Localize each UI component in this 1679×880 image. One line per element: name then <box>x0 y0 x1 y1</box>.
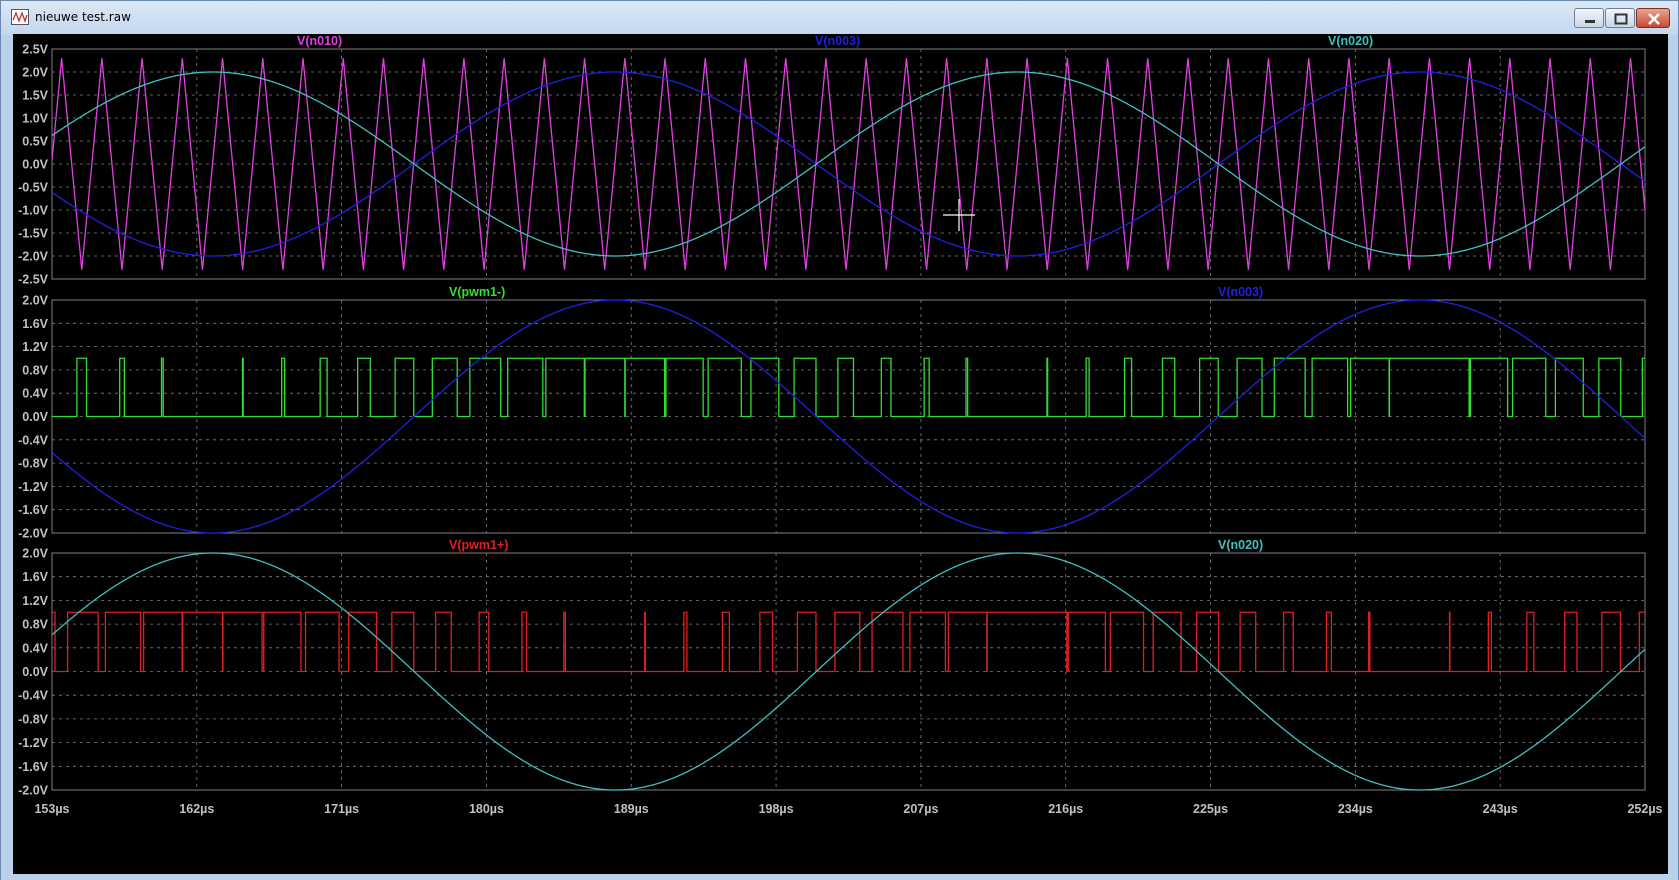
y-tick-label: -2.0V <box>18 527 49 541</box>
y-tick-label: 2.0V <box>22 66 48 80</box>
y-tick-label: 0.0V <box>22 410 48 424</box>
waveform-window: nieuwe test.raw 2.5V 2.0V 1.5V 1.0V 0.5V 0.0V… <box>0 0 1679 880</box>
window-bottom-border <box>1 874 1678 880</box>
x-tick-label: 252µs <box>1627 802 1662 816</box>
x-tick-label: 153µs <box>34 802 69 816</box>
y-tick-label: -1.2V <box>18 736 49 750</box>
x-tick-label: 243µs <box>1483 802 1518 816</box>
y-tick-label: 2.0V <box>22 547 48 561</box>
y-tick-label: -0.8V <box>18 712 49 726</box>
minimize-icon <box>1585 20 1595 23</box>
x-tick-label: 216µs <box>1048 802 1083 816</box>
y-tick-label: -0.8V <box>18 457 49 471</box>
y-tick-label: 1.6V <box>22 317 48 331</box>
y-tick-label: 0.5V <box>22 135 48 149</box>
trace-legend-label[interactable]: V(n020) <box>1218 538 1263 552</box>
x-tick-label: 198µs <box>759 802 794 816</box>
y-tick-label: -2.0V <box>18 250 49 264</box>
y-tick-label: -0.4V <box>18 689 49 703</box>
y-tick-label: 1.2V <box>22 594 48 608</box>
y-tick-label: -1.0V <box>18 204 49 218</box>
x-tick-label: 225µs <box>1193 802 1228 816</box>
maximize-button[interactable] <box>1605 8 1635 28</box>
maximize-icon <box>1614 13 1628 25</box>
y-tick-label: -1.2V <box>18 480 49 494</box>
x-tick-label: 207µs <box>903 802 938 816</box>
plot-area[interactable]: 2.5V 2.0V 1.5V 1.0V 0.5V 0.0V -0.5V -1.0V -1.5V -… <box>13 34 1668 874</box>
minimize-button[interactable] <box>1574 8 1604 28</box>
x-tick-label: 189µs <box>614 802 649 816</box>
y-tick-label: 0.0V <box>22 665 48 679</box>
crosshair-cursor <box>943 199 975 231</box>
x-tick-label: 171µs <box>324 802 359 816</box>
x-tick-label: 234µs <box>1338 802 1373 816</box>
trace-legend-label[interactable]: V(n020) <box>1328 34 1373 48</box>
title-bar[interactable]: nieuwe test.raw <box>1 1 1678 35</box>
y-tick-label: 0.4V <box>22 387 48 401</box>
y-tick-label: 0.4V <box>22 641 48 655</box>
trace-legend-label[interactable]: V(n010) <box>297 34 342 48</box>
y-tick-label: 0.8V <box>22 363 48 377</box>
trace-v-pwm1-[interactable] <box>52 357 1645 418</box>
y-tick-label: 2.0V <box>22 294 48 308</box>
y-tick-label: 1.2V <box>22 340 48 354</box>
y-tick-label: -0.5V <box>18 181 49 195</box>
trace-legend-label[interactable]: V(pwm1+) <box>449 538 508 552</box>
window-title: nieuwe test.raw <box>35 10 131 24</box>
y-tick-label: 0.0V <box>22 158 48 172</box>
y-tick-label: -2.0V <box>18 784 49 798</box>
waveform-plot[interactable]: 2.5V 2.0V 1.5V 1.0V 0.5V 0.0V -0.5V -1.0V -1.5V -… <box>13 34 1668 874</box>
x-tick-label: 162µs <box>179 802 214 816</box>
pane-middle[interactable]: 2.0V 1.6V 1.2V 0.8V 0.4V 0.0V -0.4V -0.8V -1.2V -… <box>18 285 1646 541</box>
close-button[interactable] <box>1636 8 1670 28</box>
waveform-viewer-icon <box>11 9 29 25</box>
y-tick-label: 1.0V <box>22 112 48 126</box>
y-tick-label: -0.4V <box>18 433 49 447</box>
pane-bottom[interactable]: 2.0V 1.6V 1.2V 0.8V 0.4V 0.0V -0.4V -0.8V -1.2V -… <box>18 538 1646 798</box>
trace-legend-label[interactable]: V(pwm1-) <box>449 285 505 299</box>
y-tick-label: -1.6V <box>18 503 49 517</box>
pane-top[interactable]: 2.5V 2.0V 1.5V 1.0V 0.5V 0.0V -0.5V -1.0V -1.5V -… <box>18 34 1646 287</box>
x-axis-labels: 153µs 162µs 171µs 180µs 189µs 198µs 207µs 216µs… <box>34 802 1662 816</box>
y-tick-label: 0.8V <box>22 618 48 632</box>
y-tick-label: -2.5V <box>18 273 49 287</box>
y-tick-label: -1.5V <box>18 227 49 241</box>
y-tick-label: 1.5V <box>22 89 48 103</box>
trace-legend-label[interactable]: V(n003) <box>1218 285 1263 299</box>
trace-legend-label[interactable]: V(n003) <box>815 34 860 48</box>
y-tick-label: -1.6V <box>18 760 49 774</box>
y-tick-label: 1.6V <box>22 570 48 584</box>
x-tick-label: 180µs <box>469 802 504 816</box>
y-tick-label: 2.5V <box>22 43 48 57</box>
close-icon <box>1648 13 1660 25</box>
